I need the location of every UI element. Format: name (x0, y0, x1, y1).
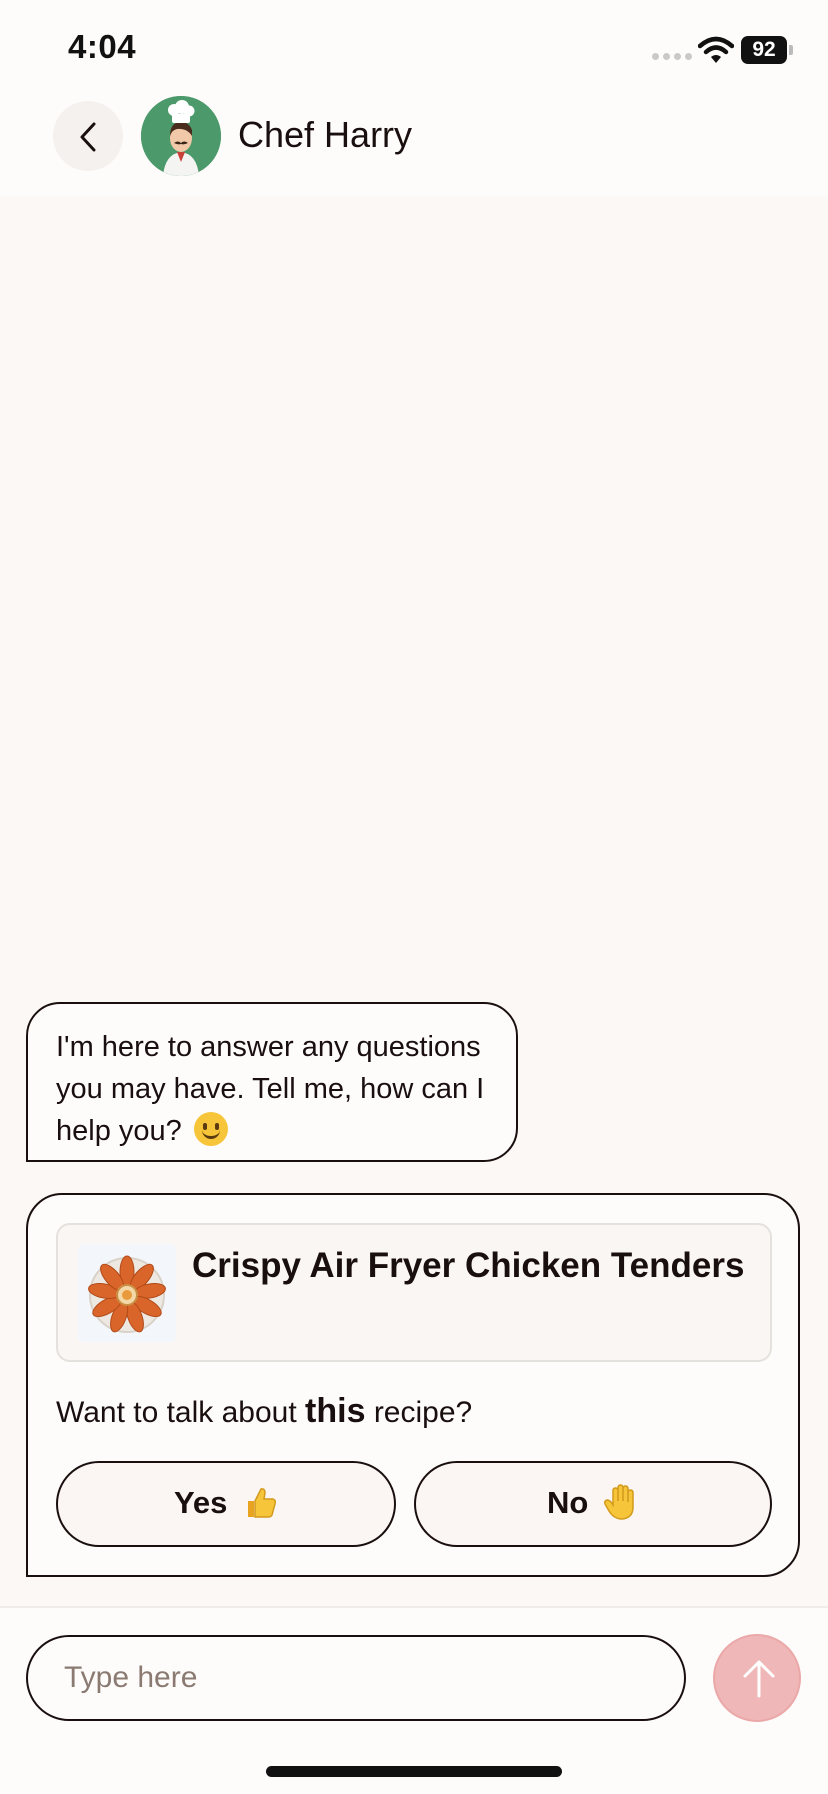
wifi-icon (698, 36, 734, 63)
battery-icon: 92 (741, 36, 787, 64)
thumbs-up-icon (248, 1488, 277, 1518)
message-input[interactable] (26, 1635, 686, 1721)
status-bar: 4:04 92 (0, 0, 828, 100)
recipe-thumbnail (78, 1244, 176, 1342)
battery-nub (789, 45, 793, 55)
slightly-smiling-face-icon (193, 1112, 228, 1146)
status-time: 4:04 (68, 28, 137, 65)
home-indicator (266, 1766, 562, 1777)
recipe-question-prefix: Want to talk about (56, 1396, 306, 1429)
no-label: No (547, 1485, 589, 1520)
bot-message-bubble: I'm here to answer any questions you may… (26, 1002, 518, 1162)
recipe-question-emphasis: this (305, 1392, 366, 1430)
yes-button[interactable]: Yes (56, 1461, 396, 1547)
chef-avatar[interactable] (141, 96, 221, 176)
yes-label: Yes (173, 1485, 228, 1520)
bot-message-text: I'm here to answer any questions you may… (56, 1031, 485, 1147)
chicken-tenders-image (78, 1244, 176, 1342)
signal-dots-icon (652, 53, 692, 60)
chat-header (0, 100, 828, 196)
chat-title: Chef Harry (238, 114, 413, 155)
back-button[interactable] (53, 101, 123, 171)
chef-avatar-image (141, 96, 221, 176)
send-button[interactable] (713, 1634, 801, 1722)
raised-hand-icon (603, 1484, 634, 1520)
recipe-question-suffix: recipe? (365, 1396, 473, 1429)
no-button[interactable]: No (414, 1461, 772, 1547)
arrow-up-icon (743, 1660, 775, 1698)
recipe-title: Crispy Air Fryer Chicken Tenders (192, 1246, 745, 1285)
recipe-question: Want to talk about this recipe? (56, 1392, 472, 1431)
chevron-left-icon (80, 122, 96, 152)
